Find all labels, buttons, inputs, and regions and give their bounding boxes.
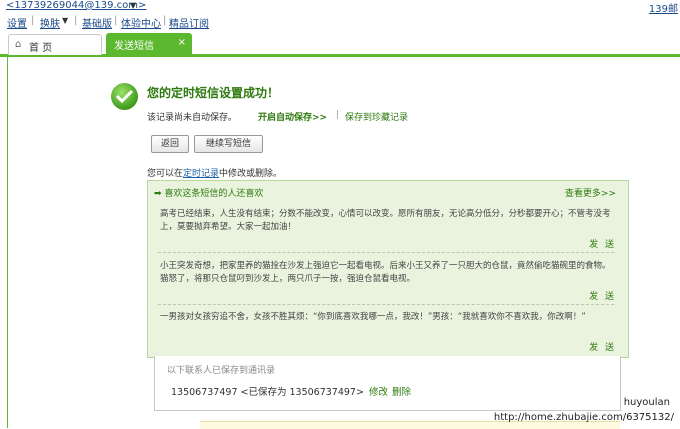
message-text: 高考已经结束，人生没有结束；分数不能改变，心情可以改变。愿所有朋友，无论高分低分…: [160, 209, 611, 232]
tab-bar: ⌂ 首 页 发送短信 ×: [0, 31, 680, 57]
saved-contacts-box: 以下联系人已保存到通讯录 13506737497 <已保存为 135067374…: [154, 356, 621, 411]
divider: [158, 252, 614, 253]
watermark-url: http://home.zhubajie.com/6375132/: [493, 412, 674, 423]
watermark-name: huyoulan: [623, 397, 670, 408]
separator: |: [31, 15, 35, 26]
success-title: 您的定时短信设置成功！: [147, 86, 280, 100]
skin-dropdown-icon[interactable]: ▼: [62, 16, 68, 25]
top-bar: <13739269044@139.com> ▼ 139邮: [0, 0, 680, 15]
panel-heading: ➡ 喜欢这条短信的人还喜欢: [154, 189, 264, 199]
hint-suffix: 中修改或删除。: [219, 169, 283, 179]
delete-contact-link[interactable]: 删除: [392, 384, 411, 398]
skin-link[interactable]: 换肤: [40, 15, 60, 30]
mailbox-link[interactable]: 139邮: [649, 0, 678, 15]
divider: [158, 304, 614, 305]
menu-bar: 设置 | 换肤 ▼ | 基础版 | 体验中心 | 精品订阅: [0, 14, 680, 30]
separator: |: [114, 15, 118, 26]
contact-entry: 13506737497 <已保存为 13506737497>: [171, 387, 364, 398]
view-more-link[interactable]: 查看更多>>: [565, 186, 616, 199]
edit-hint: 您可以在定时记录中修改或删除。: [147, 166, 282, 179]
continue-writing-button[interactable]: 继续写短信: [194, 135, 263, 153]
home-icon: ⌂: [15, 39, 22, 50]
experience-center-link[interactable]: 体验中心: [121, 15, 161, 30]
message-text: 小王突发奇想，把家里养的猫拴在沙发上强迫它一起看电视。后来小王又养了一只胆大的仓…: [160, 261, 611, 284]
success-check-icon: [111, 83, 138, 110]
tab-home-label: 首 页: [29, 43, 53, 54]
separator: |: [336, 110, 340, 120]
hint-prefix: 您可以在: [147, 169, 184, 179]
back-button[interactable]: 返回: [151, 135, 189, 153]
send-button[interactable]: 发 送: [589, 237, 616, 250]
close-icon[interactable]: ×: [178, 37, 186, 48]
enable-autosave-link[interactable]: 开启自动保存>>: [258, 110, 327, 123]
subscribe-link[interactable]: 精品订阅: [169, 15, 209, 30]
recommendation-panel: ➡ 喜欢这条短信的人还喜欢 查看更多>> 高考已经结束，人生没有结束；分数不能改…: [147, 180, 629, 358]
not-saved-notice: 该记录尚未自动保存。: [147, 113, 238, 123]
save-to-treasure-link[interactable]: 保存到珍藏记录: [345, 110, 408, 123]
message-text: 一男孩对女孩穷追不舍，女孩不胜其烦：“你到底喜欢我哪一点，我改！”男孩：“我就喜…: [160, 312, 586, 322]
send-button[interactable]: 发 送: [589, 289, 616, 302]
separator: |: [163, 15, 167, 26]
tab-send-sms[interactable]: 发送短信 ×: [106, 33, 192, 54]
account-dropdown-icon[interactable]: ▼: [130, 1, 136, 10]
frame-border: [7, 54, 8, 428]
tab-send-sms-label: 发送短信: [114, 41, 154, 52]
tab-home[interactable]: ⌂ 首 页: [8, 34, 102, 55]
edit-contact-link[interactable]: 修改: [369, 384, 388, 398]
separator: |: [74, 15, 78, 26]
settings-link[interactable]: 设置: [7, 15, 27, 30]
basic-version-link[interactable]: 基础版: [82, 15, 112, 30]
send-button[interactable]: 发 送: [589, 340, 616, 353]
saved-contacts-title: 以下联系人已保存到通讯录: [167, 366, 276, 376]
account-email[interactable]: <13739269044@139.com>: [6, 0, 146, 11]
scheduled-records-link[interactable]: 定时记录: [183, 169, 219, 179]
